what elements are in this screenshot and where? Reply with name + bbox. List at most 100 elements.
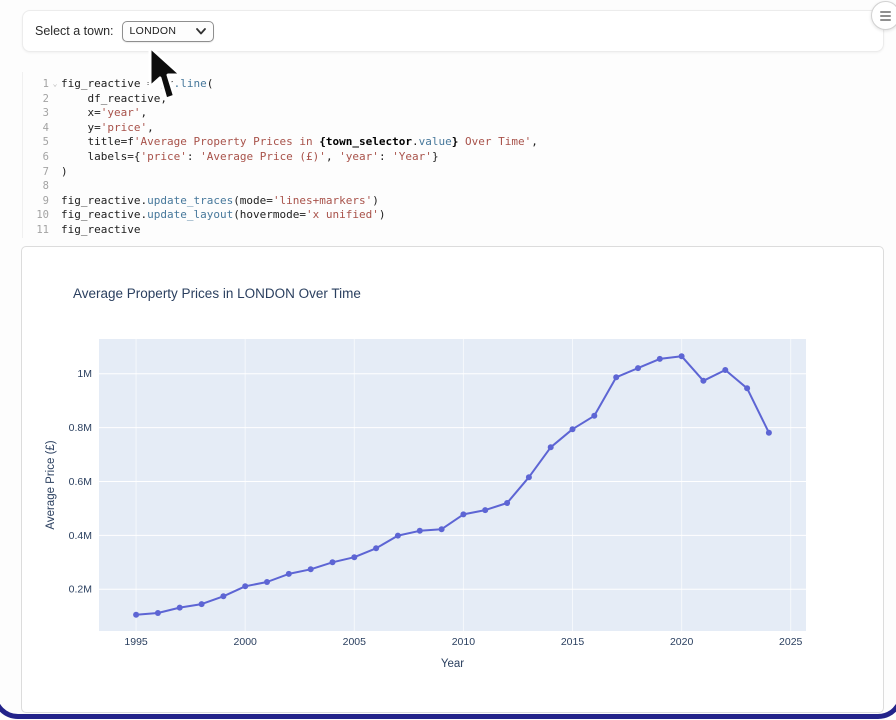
y-tick-label: 1M: [77, 368, 92, 380]
x-tick-label: 2010: [452, 636, 476, 648]
select-town-label: Select a town:: [35, 24, 114, 38]
data-point[interactable]: [155, 610, 161, 616]
data-point[interactable]: [220, 593, 226, 599]
x-tick-label: 2005: [343, 636, 367, 648]
code-editor[interactable]: 1⌄fig_reactive = px.line(2 df_reactive,3…: [22, 72, 884, 238]
line-number: 3: [23, 106, 49, 121]
data-point[interactable]: [679, 353, 685, 359]
code-text: title=f'Average Property Prices in {town…: [61, 135, 538, 150]
data-point[interactable]: [330, 559, 336, 565]
fold-gutter: [49, 92, 61, 107]
data-point[interactable]: [177, 605, 183, 611]
y-tick-label: 0.6M: [69, 476, 92, 488]
code-line[interactable]: 1⌄fig_reactive = px.line(: [23, 77, 884, 92]
code-line[interactable]: 4 y='price',: [23, 121, 884, 136]
y-tick-label: 0.2M: [69, 584, 92, 596]
data-point[interactable]: [373, 545, 379, 551]
fold-gutter: [49, 106, 61, 121]
code-text: labels={'price': 'Average Price (£)', 'y…: [61, 150, 439, 165]
code-text: df_reactive,: [61, 92, 167, 107]
data-point[interactable]: [439, 526, 445, 532]
data-point[interactable]: [460, 511, 466, 517]
fold-gutter: [49, 121, 61, 136]
x-tick-label: 2015: [561, 636, 585, 648]
chart-title: Average Property Prices in LONDON Over T…: [73, 286, 361, 301]
fold-gutter: [49, 150, 61, 165]
line-number: 1: [23, 77, 49, 92]
code-line[interactable]: 10 fig_reactive.update_layout(hovermode='…: [23, 208, 884, 223]
hamburger-menu-icon: [880, 11, 891, 21]
data-point[interactable]: [417, 528, 423, 534]
data-point[interactable]: [657, 356, 663, 362]
data-point[interactable]: [133, 612, 139, 618]
data-point[interactable]: [722, 367, 728, 373]
fold-chevron-icon[interactable]: ⌄: [49, 77, 61, 92]
code-text: fig_reactive.update_layout(hovermode='x …: [61, 208, 386, 223]
data-point[interactable]: [264, 579, 270, 585]
town-select-value: LONDON: [130, 25, 196, 37]
data-point[interactable]: [351, 554, 357, 560]
code-line[interactable]: 6 labels={'price': 'Average Price (£)', …: [23, 150, 884, 165]
notebook-page: Select a town: LONDON 1⌄fig_reactive = p…: [0, 0, 896, 720]
data-point[interactable]: [482, 507, 488, 513]
y-tick-label: 0.8M: [69, 422, 92, 434]
fold-gutter: [49, 194, 61, 209]
data-point[interactable]: [286, 571, 292, 577]
x-tick-label: 2025: [779, 636, 803, 648]
plot-area[interactable]: [99, 339, 806, 631]
town-select[interactable]: LONDON: [122, 21, 214, 42]
code-line[interactable]: 3 x='year',: [23, 106, 884, 121]
line-number: 2: [23, 92, 49, 107]
code-text: x='year',: [61, 106, 147, 121]
line-number: 4: [23, 121, 49, 136]
data-point[interactable]: [395, 533, 401, 539]
data-point[interactable]: [613, 374, 619, 380]
x-axis-title: Year: [441, 658, 464, 670]
code-line[interactable]: 11 fig_reactive: [23, 223, 884, 238]
y-tick-label: 0.4M: [69, 530, 92, 542]
line-number: 9: [23, 194, 49, 209]
data-point[interactable]: [766, 430, 772, 436]
chart-card: 1995 2000 2005 2010 2015 2020 2025 0.2M 0.4M 0.6M…: [21, 246, 884, 713]
x-tick-label: 2000: [234, 636, 258, 648]
line-number: 5: [23, 135, 49, 150]
data-point[interactable]: [700, 378, 706, 384]
data-point[interactable]: [526, 474, 532, 480]
code-line[interactable]: 5 title=f'Average Property Prices in {to…: [23, 135, 884, 150]
fold-gutter: [49, 165, 61, 180]
code-line[interactable]: 8: [23, 179, 884, 194]
data-point[interactable]: [591, 413, 597, 419]
code-line[interactable]: 9 fig_reactive.update_traces(mode='lines+…: [23, 194, 884, 209]
data-point[interactable]: [504, 500, 510, 506]
line-number: 10: [23, 208, 49, 223]
data-point[interactable]: [548, 444, 554, 450]
line-number: 8: [23, 179, 49, 194]
code-line[interactable]: 2 df_reactive,: [23, 92, 884, 107]
line-number: 7: [23, 165, 49, 180]
line-number: 11: [23, 223, 49, 238]
y-axis-title: Average Price (£): [45, 440, 57, 529]
code-text: fig_reactive.update_traces(mode='lines+m…: [61, 194, 379, 209]
data-point[interactable]: [570, 426, 576, 432]
data-point[interactable]: [199, 601, 205, 607]
data-point[interactable]: [308, 566, 314, 572]
plotly-chart[interactable]: 1995 2000 2005 2010 2015 2020 2025 0.2M 0.4M 0.6M…: [22, 247, 883, 712]
x-tick-label: 1995: [124, 636, 148, 648]
data-point[interactable]: [242, 583, 248, 589]
data-point[interactable]: [635, 365, 641, 371]
chevron-down-icon: [196, 28, 206, 35]
controls-bar: Select a town: LONDON: [22, 10, 884, 52]
code-text: y='price',: [61, 121, 154, 136]
code-text: ): [61, 165, 68, 180]
fold-gutter: [49, 179, 61, 194]
fold-gutter: [49, 208, 61, 223]
menu-button[interactable]: [871, 1, 896, 30]
fold-gutter: [49, 223, 61, 238]
code-line[interactable]: 7): [23, 165, 884, 180]
line-number: 6: [23, 150, 49, 165]
x-tick-label: 2020: [670, 636, 694, 648]
code-text: fig_reactive = px.line(: [61, 77, 213, 92]
data-point[interactable]: [744, 385, 750, 391]
code-text: fig_reactive: [61, 223, 140, 238]
app-root: { "controls": { "label": "Select a town:…: [0, 0, 896, 720]
